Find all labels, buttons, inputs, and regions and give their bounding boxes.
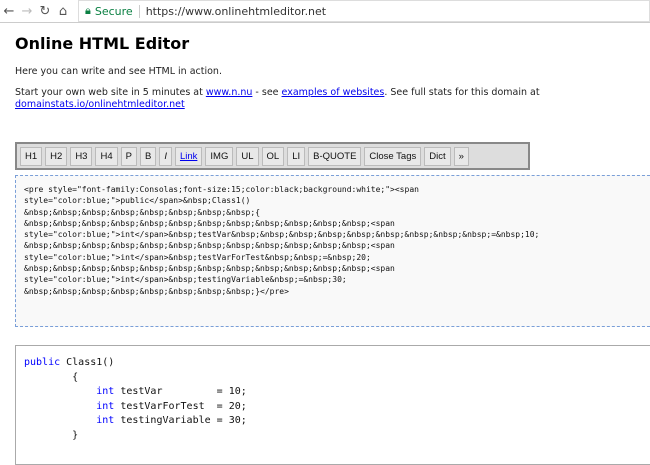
li-button[interactable]: LI [287, 146, 306, 166]
italic-button[interactable]: I [159, 146, 172, 166]
editor-toolbar: H1 H2 H3 H4 P B I Link IMG UL OL LI B-QU… [15, 142, 530, 170]
keyword: int [96, 415, 115, 427]
code-line: style="color:blue;">int</span>&nbsp;test… [24, 230, 540, 240]
reload-icon[interactable]: ↻ [36, 4, 54, 19]
output-line: { [24, 371, 79, 383]
output-line: int testVar = 10; [24, 385, 646, 400]
intro-text: Here you can write and see HTML in actio… [15, 66, 222, 77]
code: testingVariable = 30; [114, 415, 247, 427]
close-tags-button[interactable]: Close Tags [364, 146, 422, 166]
output-line: int testingVariable = 30; [24, 414, 646, 429]
text: - see [252, 87, 282, 98]
url-text[interactable]: https://www.onlinehtmleditor.net [146, 5, 326, 18]
h1-button[interactable]: H1 [20, 146, 43, 166]
forward-icon[interactable]: → [18, 4, 36, 19]
home-icon[interactable]: ⌂ [54, 4, 72, 19]
keyword: int [96, 386, 115, 398]
code-line: style="color:blue;">int</span>&nbsp;test… [24, 275, 347, 285]
output-line: } [24, 429, 79, 441]
bold-button[interactable]: B [139, 146, 157, 166]
h4-button[interactable]: H4 [95, 146, 118, 166]
code-line: &nbsp;&nbsp;&nbsp;&nbsp;&nbsp;&nbsp;&nbs… [24, 218, 395, 228]
text: Start your own web site in 5 minutes at [15, 87, 206, 98]
more-button[interactable]: » [453, 146, 469, 166]
h2-button[interactable]: H2 [45, 146, 68, 166]
page-title: Online HTML Editor [15, 34, 190, 53]
keyword: int [96, 400, 115, 412]
lock-icon: 🔒︎ [85, 4, 91, 17]
stats-link[interactable]: domainstats.io/onlinehtmleditor.net [15, 99, 185, 110]
dict-button[interactable]: Dict [424, 146, 451, 166]
code-line: style="color:blue;">public</span>&nbsp;C… [24, 196, 251, 206]
code-line: &nbsp;&nbsp;&nbsp;&nbsp;&nbsp;&nbsp;&nbs… [24, 241, 395, 251]
secure-label: Secure [95, 4, 140, 18]
preview-output: public Class1() { int testVar = 10; int … [15, 345, 650, 465]
code-line: &nbsp;&nbsp;&nbsp;&nbsp;&nbsp;&nbsp;&nbs… [24, 264, 395, 274]
examples-link[interactable]: examples of websites [282, 87, 385, 98]
link-button[interactable]: Link [174, 146, 203, 166]
code-line: &nbsp;&nbsp;&nbsp;&nbsp;&nbsp;&nbsp;&nbs… [24, 207, 261, 217]
text: . See full stats for this domain at [384, 87, 540, 98]
nnu-link[interactable]: www.n.nu [206, 87, 253, 98]
code-line: style="color:blue;">int</span>&nbsp;test… [24, 252, 371, 262]
code-line: &nbsp;&nbsp;&nbsp;&nbsp;&nbsp;&nbsp;&nbs… [24, 286, 289, 296]
h3-button[interactable]: H3 [70, 146, 93, 166]
output-line: public Class1() [24, 356, 646, 371]
start-text: Start your own web site in 5 minutes at … [15, 87, 615, 111]
ol-button[interactable]: OL [261, 146, 285, 166]
html-editor-textarea[interactable]: <pre style="font-family:Consolas;font-si… [15, 175, 650, 327]
back-icon[interactable]: ← [0, 4, 18, 19]
browser-toolbar: ← → ↻ ⌂ 🔒︎ Secure https://www.onlinehtml… [0, 0, 650, 23]
p-button[interactable]: P [120, 146, 137, 166]
code: testVarForTest = 20; [114, 400, 247, 412]
img-button[interactable]: IMG [205, 146, 234, 166]
output-line: int testVarForTest = 20; [24, 400, 646, 415]
code-line: <pre style="font-family:Consolas;font-si… [24, 185, 419, 194]
address-bar[interactable]: 🔒︎ Secure https://www.onlinehtmleditor.n… [78, 0, 650, 22]
code: Class1() [60, 357, 115, 368]
keyword: public [24, 357, 61, 368]
blockquote-button[interactable]: B-QUOTE [308, 146, 362, 166]
code: testVar = 10; [114, 386, 247, 398]
ul-button[interactable]: UL [236, 146, 259, 166]
